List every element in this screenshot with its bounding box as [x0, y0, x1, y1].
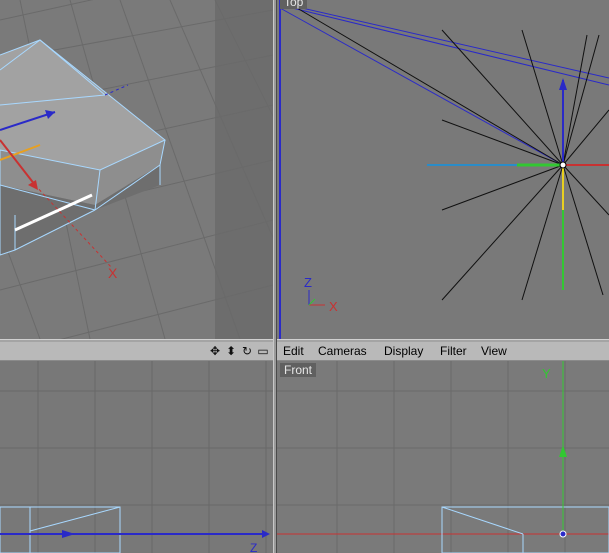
perspective-viewport[interactable]: X: [0, 0, 273, 339]
front-scene: Y: [277, 361, 609, 553]
axis-z-label-left: Z: [250, 541, 257, 553]
persp-x-label: X: [108, 265, 118, 281]
move-icon[interactable]: ✥: [208, 343, 222, 359]
menu-filter[interactable]: Filter: [440, 344, 467, 358]
axis-y-label-front: Y: [542, 366, 551, 381]
viewport-menubar-left: ✥ ⬍ ↻ ▭: [0, 342, 273, 361]
gizmo-x-label: X: [329, 299, 338, 314]
top-scene: Z X: [277, 0, 609, 339]
maximize-icon[interactable]: ▭: [256, 343, 270, 359]
bottom-left-viewport[interactable]: Z: [0, 361, 273, 553]
rotate-icon[interactable]: ↻: [240, 343, 254, 359]
menu-edit[interactable]: Edit: [283, 344, 304, 358]
top-viewport[interactable]: Z X Top: [277, 0, 609, 339]
viewport-divider-vertical[interactable]: [273, 0, 277, 553]
scroll-icon[interactable]: ⬍: [224, 343, 238, 359]
menu-display[interactable]: Display: [384, 344, 423, 358]
viewport-label-front[interactable]: Front: [280, 363, 317, 377]
pivot-front[interactable]: [559, 530, 567, 538]
nav-icons: ✥ ⬍ ↻ ▭: [208, 343, 270, 359]
viewport-label-top[interactable]: Top: [280, 0, 308, 9]
viewport-menubar: Edit Cameras Display Filter View: [277, 342, 609, 361]
gizmo-z-label: Z: [304, 275, 312, 290]
horizon-shade: [215, 0, 273, 339]
menu-view[interactable]: View: [481, 344, 507, 358]
light-pivot[interactable]: [559, 161, 567, 169]
menu-cameras[interactable]: Cameras: [318, 344, 367, 358]
bottom-left-scene: Z: [0, 361, 273, 553]
front-viewport[interactable]: Y Front: [277, 361, 609, 553]
perspective-scene: X: [0, 0, 273, 339]
